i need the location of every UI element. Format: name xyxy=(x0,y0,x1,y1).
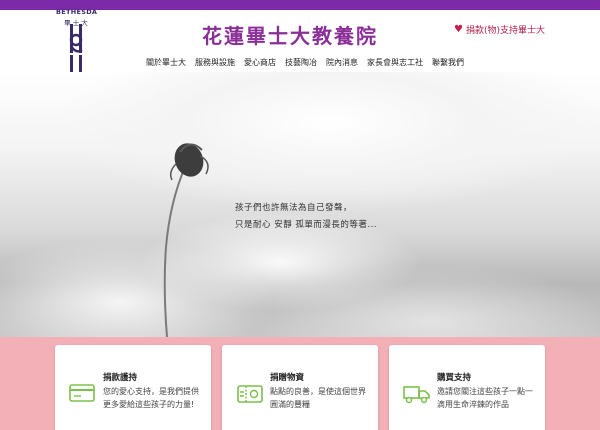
card-description: 您的愛心支持，是我們提供更多愛給這些孩子的力量! xyxy=(103,387,199,409)
nav-item-crafts[interactable]: 技藝陶冶 xyxy=(285,57,317,68)
hero-quote: 孩子們也許無法為自己發聲， 只是耐心 安靜 孤單而漫長的等著... xyxy=(235,200,377,234)
delivery-truck-icon xyxy=(403,386,430,404)
hero-banner: 孩子們也許無法為自己發聲， 只是耐心 安靜 孤單而漫長的等著... xyxy=(0,72,600,337)
gift-voucher-icon xyxy=(237,385,263,403)
hero-quote-line-1: 孩子們也許無法為自己發聲， xyxy=(235,203,353,213)
nav-item-about[interactable]: 關於畢士大 xyxy=(146,57,186,68)
card-donate-money[interactable]: 捐款護持 您的愛心支持，是我們提供更多愛給這些孩子的力量! xyxy=(55,345,211,430)
main-nav: 關於畢士大 服務與設施 愛心商店 技藝陶冶 院內消息 家長會與志工社 聯繫我們 xyxy=(0,57,600,68)
nav-item-parents-volunteers[interactable]: 家長會與志工社 xyxy=(367,57,423,68)
nav-item-services[interactable]: 服務與設施 xyxy=(195,57,235,68)
donate-link[interactable]: ♥ 捐款(物)支持畢士大 xyxy=(454,23,545,36)
card-purchase-support[interactable]: 購買支持 邀請您關注這些孩子一點一滴用生命淬鍊的作品 xyxy=(389,345,545,430)
card-title: 捐款護持 xyxy=(103,373,138,383)
card-description: 邀請您關注這些孩子一點一滴用生命淬鍊的作品 xyxy=(437,387,533,409)
card-title: 購買支持 xyxy=(437,373,472,383)
nav-item-news[interactable]: 院內消息 xyxy=(326,57,358,68)
card-title: 捐贈物資 xyxy=(270,373,305,383)
nav-item-shop[interactable]: 愛心商店 xyxy=(244,57,276,68)
logo-wordmark: BETHESDA xyxy=(56,8,98,16)
nav-item-contact[interactable]: 聯繫我們 xyxy=(432,57,464,68)
card-donate-goods[interactable]: 捐贈物資 點點的良善，是使這個世界圓滿的豐糧 xyxy=(222,345,378,430)
card-description: 點點的良善，是使這個世界圓滿的豐糧 xyxy=(270,387,366,409)
hero-quote-line-2: 只是耐心 安靜 孤單而漫長的等著... xyxy=(235,220,378,230)
donate-link-label: 捐款(物)支持畢士大 xyxy=(465,26,545,36)
credit-card-icon xyxy=(69,384,95,402)
heart-icon: ♥ xyxy=(454,24,463,35)
